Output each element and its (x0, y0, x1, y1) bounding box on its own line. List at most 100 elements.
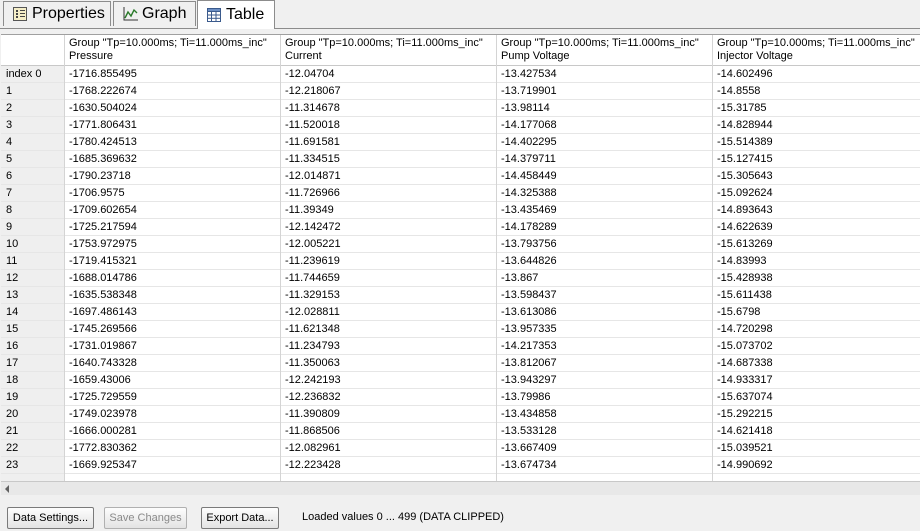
table-cell[interactable]: -11.744659 (285, 270, 490, 287)
table-row[interactable]: 3 -1771.806431 -11.520018 -14.177068 -14.828… (1, 117, 920, 134)
table-row[interactable]: 22 -1772.830362 -12.082961 -13.667409 -15.03… (1, 440, 920, 457)
table-cell[interactable]: -14.687338 (717, 355, 920, 372)
table-cell[interactable]: -13.598437 (501, 287, 706, 304)
table-cell[interactable]: -14.379711 (501, 151, 706, 168)
table-cell[interactable]: -11.868506 (285, 423, 490, 440)
table-row[interactable]: 9 -1725.217594 -12.142472 -14.178289 -14.622… (1, 219, 920, 236)
table-cell[interactable]: -11.691581 (285, 134, 490, 151)
table-cell[interactable]: -1719.415321 (69, 253, 274, 270)
table-cell[interactable]: -14.720298 (717, 321, 920, 338)
table-cell[interactable]: -1669.925347 (69, 457, 274, 474)
table-cell[interactable]: -14.602496 (717, 66, 920, 83)
table-row[interactable]: 16 -1731.019867 -11.234793 -14.217353 -15.07… (1, 338, 920, 355)
table-row[interactable]: 7 -1706.9575 -11.726966 -14.325388 -15.09262… (1, 185, 920, 202)
table-cell[interactable]: -11.621348 (285, 321, 490, 338)
table-cell[interactable]: -15.6798 (717, 304, 920, 321)
table-cell[interactable]: -1725.729559 (69, 389, 274, 406)
table-cell[interactable]: -15.073702 (717, 338, 920, 355)
table-cell[interactable]: -1768.222674 (69, 83, 274, 100)
table-cell[interactable]: -12.082961 (285, 440, 490, 457)
table-cell[interactable]: -11.726966 (285, 185, 490, 202)
table-row[interactable]: 4 -1780.424513 -11.691581 -14.402295 -15.514… (1, 134, 920, 151)
table-cell[interactable]: -11.314678 (285, 100, 490, 117)
table-cell[interactable]: -15.127415 (717, 151, 920, 168)
table-cell[interactable]: -14.177068 (501, 117, 706, 134)
table-cell[interactable]: -15.31785 (717, 100, 920, 117)
table-cell[interactable]: -11.390809 (285, 406, 490, 423)
table-cell[interactable]: -11.234793 (285, 338, 490, 355)
table-row[interactable]: index 0 -1716.855495 -12.04704 -13.427534 -1… (1, 66, 920, 83)
table-cell[interactable]: -12.142472 (285, 219, 490, 236)
data-table[interactable]: Group "Tp=10.000ms; Ti=11.000ms_inc" Pre… (1, 34, 920, 482)
table-row[interactable]: 18 -1659.43006 -12.242193 -13.943297 -14.933… (1, 372, 920, 389)
table-cell[interactable]: -1685.369632 (69, 151, 274, 168)
tab-graph[interactable]: Graph (113, 1, 196, 26)
table-cell[interactable]: -14.933317 (717, 372, 920, 389)
table-cell[interactable]: -15.637074 (717, 389, 920, 406)
table-row[interactable]: 21 -1666.000281 -11.868506 -13.533128 -14.62… (1, 423, 920, 440)
table-cell[interactable]: -12.218067 (285, 83, 490, 100)
table-cell[interactable]: -1709.602654 (69, 202, 274, 219)
table-cell[interactable]: -13.79986 (501, 389, 706, 406)
column-header-current[interactable]: Group "Tp=10.000ms; Ti=11.000ms_inc" Cur… (285, 37, 495, 63)
table-row[interactable]: 17 -1640.743328 -11.350063 -13.812067 -14.68… (1, 355, 920, 372)
table-cell[interactable]: -11.350063 (285, 355, 490, 372)
table-cell[interactable]: -14.458449 (501, 168, 706, 185)
table-cell[interactable]: -14.893643 (717, 202, 920, 219)
table-cell[interactable]: -11.39349 (285, 202, 490, 219)
table-cell[interactable]: -15.428938 (717, 270, 920, 287)
table-cell[interactable]: -13.434858 (501, 406, 706, 423)
table-cell[interactable]: -11.329153 (285, 287, 490, 304)
tab-properties[interactable]: Properties (3, 1, 111, 26)
table-cell[interactable]: -13.957335 (501, 321, 706, 338)
table-cell[interactable]: -14.990692 (717, 457, 920, 474)
table-cell[interactable]: -13.644826 (501, 253, 706, 270)
table-cell[interactable]: -11.239619 (285, 253, 490, 270)
table-cell[interactable]: -15.611438 (717, 287, 920, 304)
table-cell[interactable]: -15.613269 (717, 236, 920, 253)
table-row[interactable]: 2 -1630.504024 -11.314678 -13.98114 -15.3178… (1, 100, 920, 117)
table-cell[interactable]: -11.520018 (285, 117, 490, 134)
table-cell[interactable]: -14.217353 (501, 338, 706, 355)
table-cell[interactable]: -12.04704 (285, 66, 490, 83)
table-cell[interactable]: -1771.806431 (69, 117, 274, 134)
table-cell[interactable]: -1749.023978 (69, 406, 274, 423)
table-cell[interactable]: -12.223428 (285, 457, 490, 474)
table-cell[interactable]: -1780.424513 (69, 134, 274, 151)
table-cell[interactable]: -1688.014786 (69, 270, 274, 287)
table-cell[interactable]: -1753.972975 (69, 236, 274, 253)
table-cell[interactable]: -14.83993 (717, 253, 920, 270)
table-cell[interactable]: -1640.743328 (69, 355, 274, 372)
table-cell[interactable]: -1745.269566 (69, 321, 274, 338)
table-cell[interactable]: -13.435469 (501, 202, 706, 219)
save-changes-button[interactable]: Save Changes (104, 507, 187, 529)
table-cell[interactable]: -12.236832 (285, 389, 490, 406)
table-cell[interactable]: -1659.43006 (69, 372, 274, 389)
table-cell[interactable]: -14.325388 (501, 185, 706, 202)
column-header-injector-voltage[interactable]: Group "Tp=10.000ms; Ti=11.000ms_inc" Inj… (717, 37, 920, 63)
table-cell[interactable]: -14.621418 (717, 423, 920, 440)
table-cell[interactable]: -15.039521 (717, 440, 920, 457)
table-cell[interactable]: -12.242193 (285, 372, 490, 389)
table-cell[interactable]: -15.092624 (717, 185, 920, 202)
column-header-pressure[interactable]: Group "Tp=10.000ms; Ti=11.000ms_inc" Pre… (69, 37, 279, 63)
table-cell[interactable]: -14.402295 (501, 134, 706, 151)
table-cell[interactable]: -1725.217594 (69, 219, 274, 236)
export-data-button[interactable]: Export Data... (201, 507, 279, 529)
table-cell[interactable]: -1635.538348 (69, 287, 274, 304)
table-row[interactable]: 13 -1635.538348 -11.329153 -13.598437 -15.61… (1, 287, 920, 304)
table-row[interactable]: 19 -1725.729559 -12.236832 -13.79986 -15.637… (1, 389, 920, 406)
table-cell[interactable]: -1697.486143 (69, 304, 274, 321)
table-cell[interactable]: -13.427534 (501, 66, 706, 83)
table-cell[interactable]: -15.514389 (717, 134, 920, 151)
table-cell[interactable]: -13.674734 (501, 457, 706, 474)
table-row[interactable]: 20 -1749.023978 -11.390809 -13.434858 -15.29… (1, 406, 920, 423)
table-row[interactable]: 15 -1745.269566 -11.621348 -13.957335 -14.72… (1, 321, 920, 338)
table-row[interactable]: 8 -1709.602654 -11.39349 -13.435469 -14.8936… (1, 202, 920, 219)
table-cell[interactable]: -14.622639 (717, 219, 920, 236)
table-cell[interactable]: -15.292215 (717, 406, 920, 423)
table-row[interactable]: 14 -1697.486143 -12.028811 -13.613086 -15.67… (1, 304, 920, 321)
table-row[interactable]: 23 -1669.925347 -12.223428 -13.674734 -14.99… (1, 457, 920, 474)
table-cell[interactable]: -13.719901 (501, 83, 706, 100)
table-row[interactable]: 10 -1753.972975 -12.005221 -13.793756 -15.61… (1, 236, 920, 253)
